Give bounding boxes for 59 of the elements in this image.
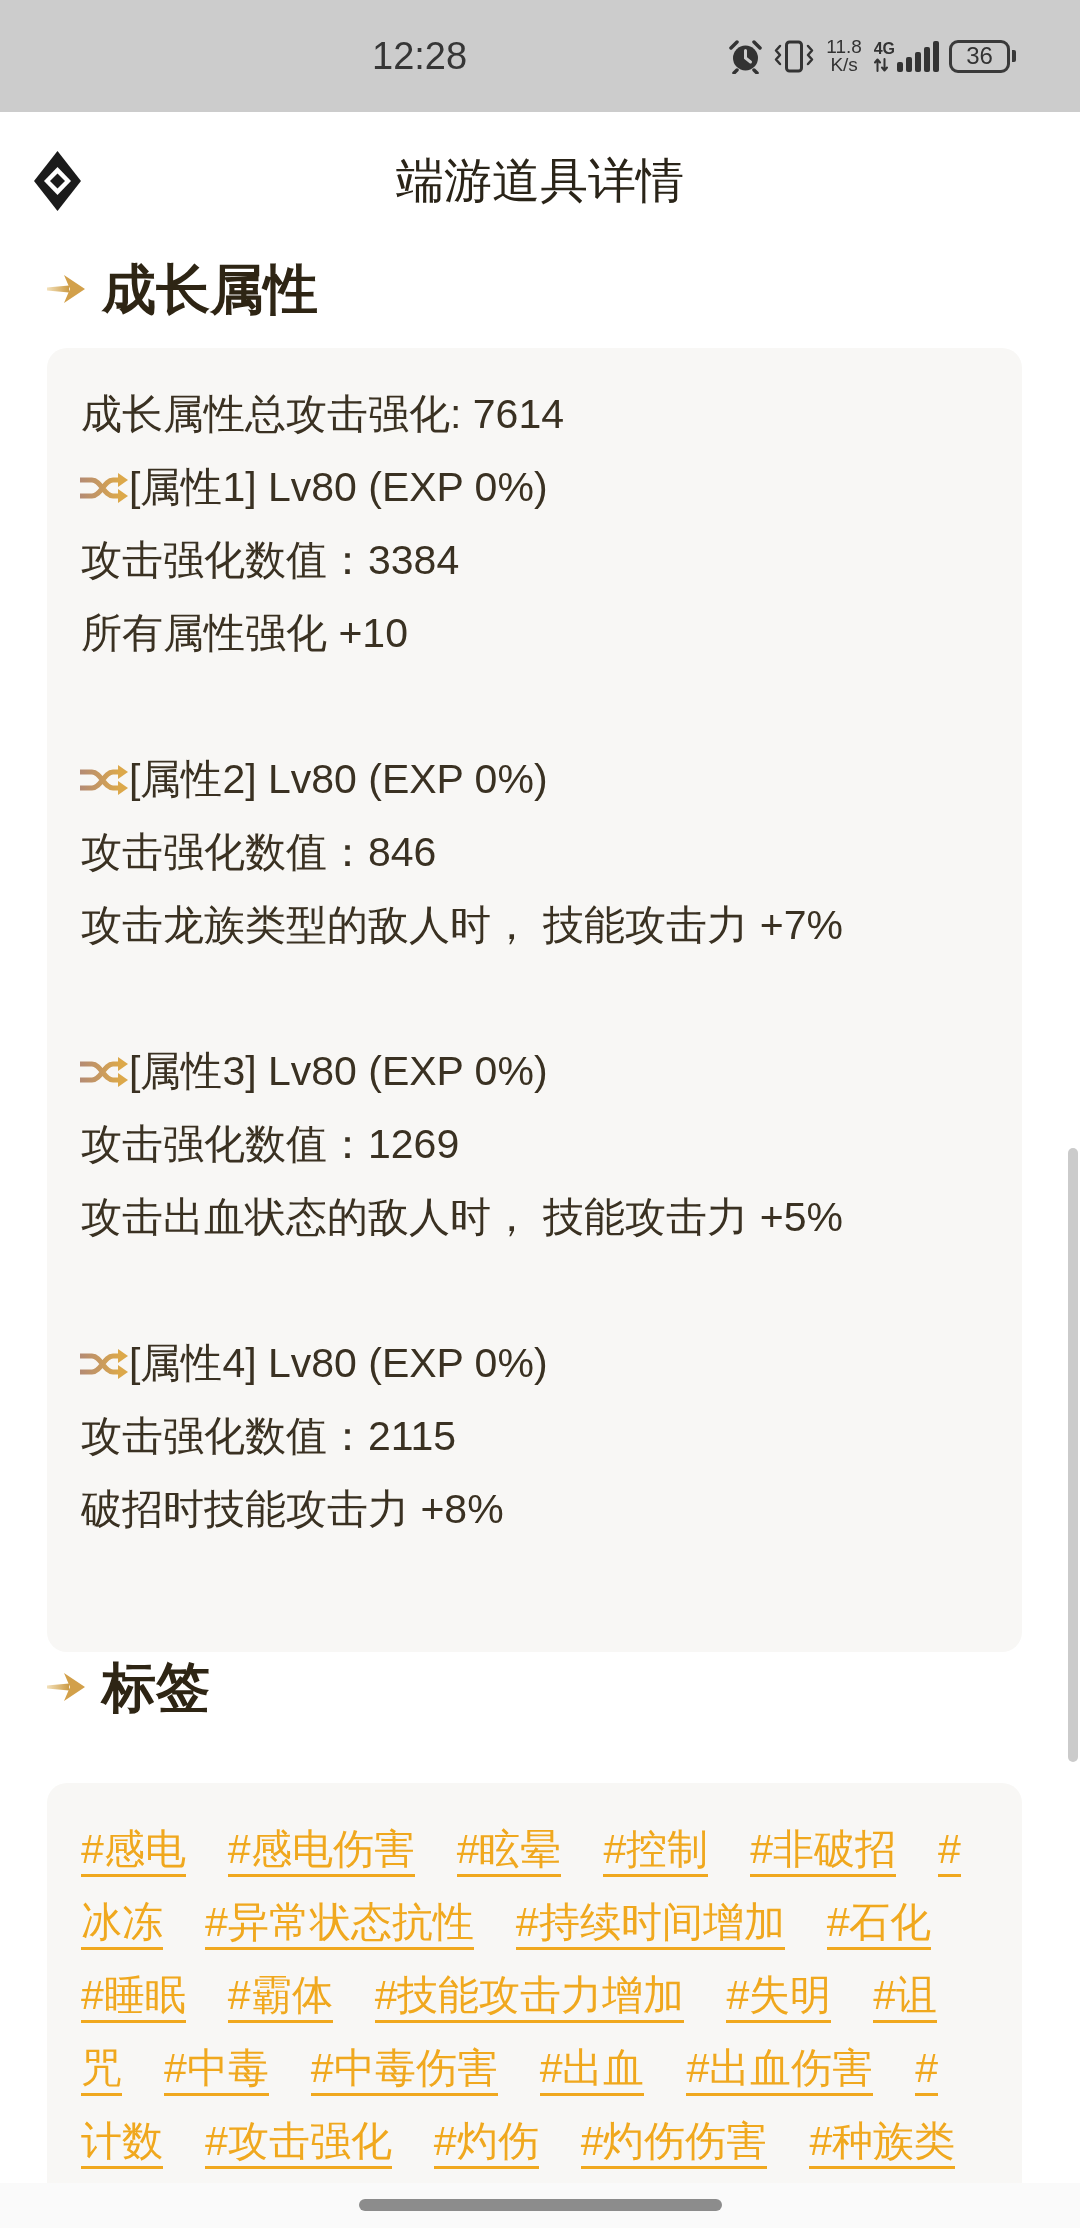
tag-link[interactable]: #攻击强化 bbox=[205, 2117, 392, 2169]
network-speed-text: 11.8 bbox=[826, 38, 862, 56]
arrow-right-icon bbox=[47, 272, 86, 306]
tag-link[interactable]: #灼伤伤害 bbox=[580, 2117, 768, 2169]
tag-link[interactable]: #失明 bbox=[726, 1971, 832, 2023]
data-transfer-icon bbox=[873, 57, 888, 72]
shuffle-icon bbox=[79, 470, 129, 505]
tag-link[interactable]: #眩晕 bbox=[456, 1825, 562, 1877]
tag-link[interactable]: # bbox=[915, 2044, 939, 2096]
page-title: 端游道具详情 bbox=[396, 153, 684, 209]
tag-link[interactable]: #异常状态抗性 bbox=[205, 1898, 474, 1950]
effect-text: 攻击出血状态的敌人时， 技能攻击力 +5% bbox=[81, 1193, 844, 1242]
attribute-level-text: [属性2] Lv80 (EXP 0%) bbox=[129, 755, 548, 804]
status-time: 12:28 bbox=[372, 34, 468, 78]
tag-link[interactable]: #中毒伤害 bbox=[310, 2044, 498, 2096]
tag-link[interactable]: #种族类 bbox=[809, 2117, 956, 2169]
tag-link[interactable]: #石化 bbox=[826, 1898, 932, 1950]
tag-link[interactable]: #诅 bbox=[873, 1971, 938, 2023]
attribute-level-text: [属性4] Lv80 (EXP 0%) bbox=[129, 1339, 548, 1388]
section-heading: 标签 bbox=[102, 1657, 210, 1717]
tag-link[interactable]: #持续时间增加 bbox=[515, 1898, 785, 1950]
attribute-level-text: [属性1] Lv80 (EXP 0%) bbox=[129, 463, 548, 512]
diamond-logo-icon bbox=[34, 151, 81, 211]
shuffle-icon bbox=[79, 1054, 129, 1089]
alarm-clock-icon bbox=[727, 38, 763, 74]
network-type-text: 4G bbox=[873, 40, 895, 57]
tag-link[interactable]: #技能攻击力增加 bbox=[374, 1971, 685, 2023]
tag-link[interactable]: #霸体 bbox=[227, 1971, 333, 2023]
attack-value-text: 攻击强化数值：846 bbox=[81, 828, 438, 877]
tag-link[interactable]: #睡眠 bbox=[81, 1971, 186, 2023]
summary-text: 成长属性总攻击强化: 7614 bbox=[81, 390, 565, 439]
battery-level-text: 36 bbox=[966, 44, 993, 68]
attack-value-text: 攻击强化数值：3384 bbox=[81, 536, 461, 585]
tag-link[interactable]: #出血伤害 bbox=[686, 2044, 874, 2096]
tag-link[interactable]: 咒 bbox=[81, 2044, 122, 2096]
vibrate-icon bbox=[772, 38, 815, 74]
tag-link[interactable]: 冰冻 bbox=[81, 1898, 163, 1950]
tag-link[interactable]: #感电伤害 bbox=[227, 1825, 415, 1877]
effect-text: 破招时技能攻击力 +8% bbox=[81, 1485, 505, 1534]
tag-link[interactable]: #出血 bbox=[539, 2044, 645, 2096]
attack-value-text: 攻击强化数值：1269 bbox=[81, 1120, 461, 1169]
home-gesture-handle[interactable] bbox=[358, 2199, 722, 2211]
effect-text: 攻击龙族类型的敌人时， 技能攻击力 +7% bbox=[81, 901, 844, 950]
effect-text: 所有属性强化 +10 bbox=[81, 609, 409, 658]
tag-link[interactable]: #感电 bbox=[81, 1825, 186, 1877]
attribute-level-text: [属性3] Lv80 (EXP 0%) bbox=[129, 1047, 548, 1096]
tag-link[interactable]: #中毒 bbox=[164, 2044, 269, 2096]
attack-value-text: 攻击强化数值：2115 bbox=[81, 1412, 458, 1461]
signal-bars-icon bbox=[897, 40, 939, 72]
tag-link[interactable]: #非破招 bbox=[750, 1825, 897, 1877]
tag-link[interactable]: 计数 bbox=[81, 2117, 163, 2169]
speed-unit-text: K/s bbox=[830, 56, 858, 74]
tag-link[interactable]: #控制 bbox=[603, 1825, 709, 1877]
shuffle-icon bbox=[79, 1346, 129, 1381]
tag-link[interactable]: #灼伤 bbox=[433, 2117, 539, 2169]
arrow-right-icon bbox=[47, 1670, 86, 1704]
shuffle-icon bbox=[79, 762, 129, 797]
tag-link[interactable]: # bbox=[938, 1825, 961, 1877]
section-heading: 成长属性 bbox=[102, 259, 318, 319]
